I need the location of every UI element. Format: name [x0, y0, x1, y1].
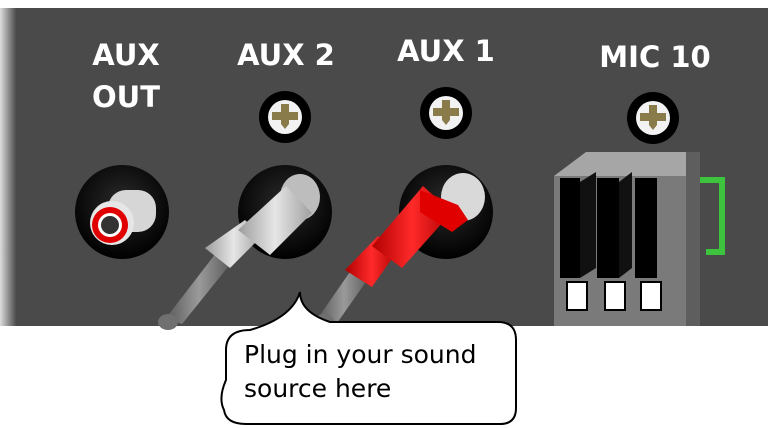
callout-text: Plug in your sound source here: [244, 338, 514, 406]
screw-icon: [420, 87, 472, 139]
aux-out-label-line1: AUX: [92, 38, 160, 72]
mic-10-label: MIC 10: [599, 40, 711, 74]
aux-out-jack[interactable]: [75, 165, 169, 259]
screw-icon: [627, 92, 679, 144]
panel-left-edge: [0, 8, 16, 326]
aux-2-label: AUX 2: [237, 38, 335, 72]
mic-10-connector[interactable]: [554, 152, 700, 326]
screw-icon: [259, 91, 311, 143]
callout-line2: source here: [244, 374, 392, 403]
aux-1-label: AUX 1: [397, 34, 495, 68]
aux-out-label-line2: OUT: [92, 80, 160, 114]
aux-out-label: AUX OUT: [86, 34, 166, 118]
callout-line1: Plug in your sound: [244, 340, 477, 369]
